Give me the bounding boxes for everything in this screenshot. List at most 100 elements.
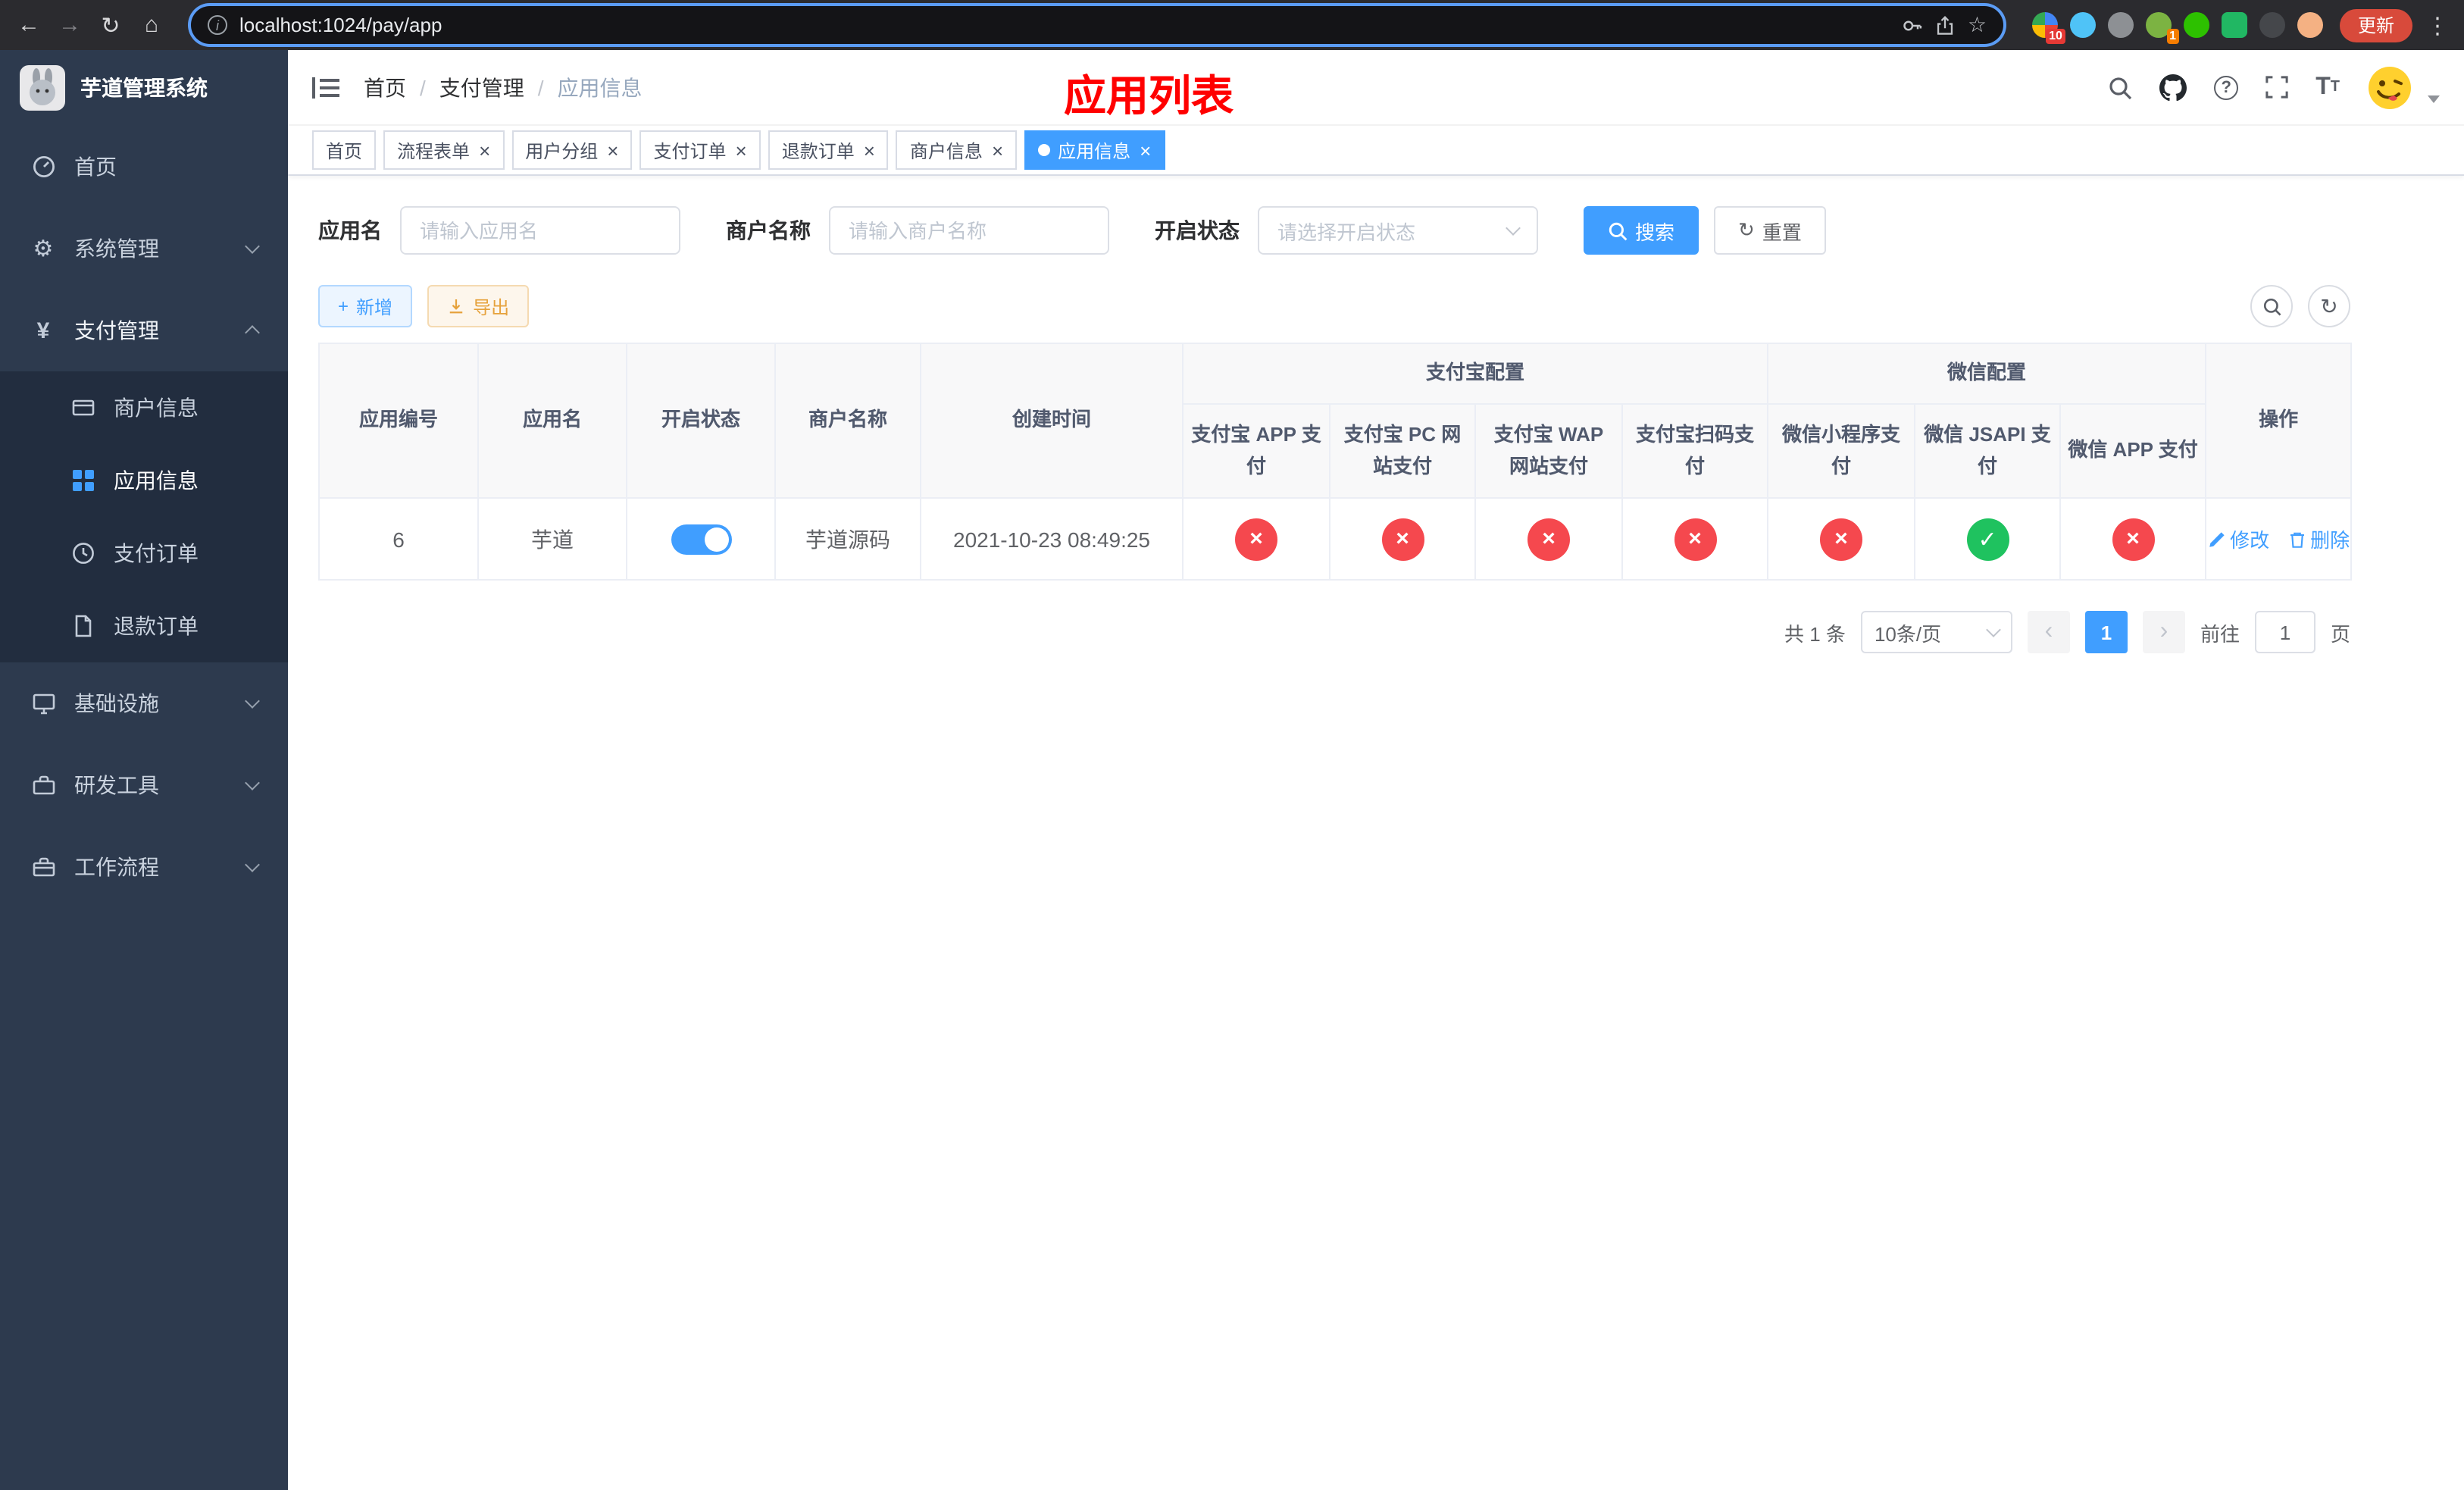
forward-icon[interactable]: →: [56, 12, 83, 38]
dashboard-icon: [30, 155, 56, 179]
edit-link[interactable]: 修改: [2207, 524, 2269, 553]
sidebar-item-merchant-info[interactable]: 商户信息: [0, 371, 288, 444]
tab-pay-order[interactable]: 支付订单 ×: [639, 130, 761, 170]
app-body: 芋道管理系统 首页 ⚙ 系统管理 ¥ 支付管理 商户信息 应用信息 支付订单 退…: [0, 50, 2464, 1490]
collapse-sidebar-icon[interactable]: [312, 75, 339, 99]
extension-badge: 10: [2046, 29, 2065, 44]
add-button-label: 新增: [356, 296, 393, 318]
status-toggle[interactable]: [671, 524, 731, 554]
sidebar-item-pay-order[interactable]: 支付订单: [0, 517, 288, 590]
col-group-alipay: 支付宝配置: [1181, 343, 1769, 405]
merchant-name-input[interactable]: [829, 206, 1109, 255]
extension-pie-icon[interactable]: 10: [2031, 12, 2065, 44]
reload-icon[interactable]: ↻: [97, 11, 124, 39]
bookmark-star-icon[interactable]: ☆: [1968, 12, 1987, 38]
avatar[interactable]: [2367, 64, 2412, 110]
reset-button-label: 重置: [1762, 221, 1802, 243]
close-icon[interactable]: ×: [607, 140, 618, 160]
sidebar-item-refund-order[interactable]: 退款订单: [0, 590, 288, 662]
app-name-input[interactable]: [400, 206, 680, 255]
extension-wechat-icon[interactable]: [2183, 12, 2209, 38]
filter-status: 开启状态 请选择开启状态: [1155, 206, 1538, 255]
sidebar-item-payment[interactable]: ¥ 支付管理: [0, 290, 288, 371]
extension-avatar-icon[interactable]: 1: [2145, 12, 2179, 44]
sidebar-menu: 首页 ⚙ 系统管理 ¥ 支付管理 商户信息 应用信息 支付订单 退款订单 基础设…: [0, 126, 288, 908]
sidebar-item-dev-tools[interactable]: 研发工具: [0, 744, 288, 826]
monitor-icon: [30, 691, 56, 715]
share-icon[interactable]: [1936, 14, 1956, 36]
col-alipay-app: 支付宝 APP 支付: [1182, 403, 1330, 499]
chevron-down-icon: [1986, 622, 2001, 637]
close-icon[interactable]: ×: [479, 140, 490, 160]
extension-gray-icon[interactable]: [2107, 12, 2134, 38]
close-icon[interactable]: ×: [1140, 140, 1151, 160]
breadcrumb-home[interactable]: 首页: [364, 72, 406, 102]
extension-dark-icon[interactable]: [2259, 12, 2285, 38]
app-table: 应用编号 应用名 开启状态 商户名称 创建时间 支付宝配置 微信配置 操作 支付…: [318, 343, 2353, 581]
sidebar-item-workflow[interactable]: 工作流程: [0, 826, 288, 908]
tab-merchant-info[interactable]: 商户信息 ×: [896, 130, 1018, 170]
tab-app-info[interactable]: 应用信息 ×: [1024, 130, 1165, 170]
active-dot: [1038, 144, 1051, 156]
refresh-table-icon[interactable]: ↻: [2308, 285, 2350, 327]
goto-page-input[interactable]: [2254, 611, 2315, 653]
address-bar[interactable]: i localhost:1024/pay/app ☆: [191, 6, 2003, 44]
github-icon[interactable]: [2159, 74, 2187, 101]
export-button[interactable]: 导出: [427, 285, 530, 327]
user-menu-caret-icon[interactable]: [2428, 95, 2440, 103]
home-icon[interactable]: ⌂: [138, 12, 165, 38]
browser-menu-icon[interactable]: ⋮: [2426, 11, 2449, 39]
goto-label: 前往: [2200, 622, 2240, 645]
goto-unit-label: 页: [2330, 622, 2350, 645]
font-size-icon[interactable]: TT: [2315, 74, 2340, 99]
tab-process-form[interactable]: 流程表单 ×: [383, 130, 505, 170]
table-toolbar: + 新增 导出 ↻: [318, 285, 2350, 327]
password-key-icon[interactable]: [1903, 14, 1924, 36]
sidebar-item-infrastructure[interactable]: 基础设施: [0, 662, 288, 744]
delete-link[interactable]: 删除: [2287, 524, 2350, 553]
extension-orange-avatar-icon[interactable]: [2297, 12, 2323, 38]
payment-submenu: 商户信息 应用信息 支付订单 退款订单: [0, 371, 288, 662]
toggle-search-icon[interactable]: [2250, 285, 2293, 327]
fullscreen-icon[interactable]: [2265, 76, 2288, 99]
sidebar-item-system[interactable]: ⚙ 系统管理: [0, 208, 288, 290]
clock-icon: [70, 541, 95, 565]
tab-refund-order[interactable]: 退款订单 ×: [768, 130, 889, 170]
next-page-button[interactable]: ›: [2142, 611, 2185, 653]
url-text[interactable]: localhost:1024/pay/app: [239, 14, 442, 36]
add-button[interactable]: + 新增: [318, 285, 413, 327]
breadcrumb-separator: /: [537, 75, 544, 99]
back-icon[interactable]: ←: [15, 12, 42, 38]
tab-label: 支付订单: [653, 140, 727, 161]
close-icon[interactable]: ×: [864, 140, 875, 160]
reset-button[interactable]: ↻ 重置: [1714, 206, 1826, 255]
page-1-button[interactable]: 1: [2084, 611, 2128, 653]
extension-blue-icon[interactable]: [2069, 12, 2096, 38]
app-logo-row[interactable]: 芋道管理系统: [0, 50, 288, 126]
payment-config-status: ×: [1235, 518, 1277, 560]
col-wechat-mini: 微信小程序支付: [1767, 403, 1916, 499]
search-button[interactable]: 搜索: [1584, 206, 1699, 255]
browser-update-button[interactable]: 更新: [2339, 8, 2412, 42]
prev-page-button[interactable]: ‹: [2027, 611, 2070, 653]
tab-label: 退款订单: [781, 140, 855, 161]
site-info-icon[interactable]: i: [208, 15, 227, 35]
cell-wechat-mini: ×: [1767, 497, 1916, 581]
status-select[interactable]: 请选择开启状态: [1258, 206, 1538, 255]
close-icon[interactable]: ×: [992, 140, 1003, 160]
page-size-select[interactable]: 10条/页: [1860, 611, 2012, 653]
search-icon[interactable]: [2108, 75, 2132, 99]
delete-link-label: 删除: [2310, 529, 2350, 552]
sidebar-item-app-info[interactable]: 应用信息: [0, 444, 288, 517]
extension-green-square-icon[interactable]: [2221, 12, 2247, 38]
tab-home[interactable]: 首页: [312, 130, 377, 170]
breadcrumb-payment[interactable]: 支付管理: [439, 72, 524, 102]
sidebar-item-label: 基础设施: [74, 691, 159, 715]
sidebar-item-home[interactable]: 首页: [0, 126, 288, 208]
help-icon[interactable]: ?: [2214, 75, 2239, 99]
cell-alipay-pc: ×: [1329, 497, 1476, 581]
col-alipay-qr: 支付宝扫码支付: [1621, 403, 1769, 499]
tab-user-group[interactable]: 用户分组 ×: [511, 130, 633, 170]
close-icon[interactable]: ×: [736, 140, 747, 160]
col-app-id: 应用编号: [318, 343, 479, 499]
